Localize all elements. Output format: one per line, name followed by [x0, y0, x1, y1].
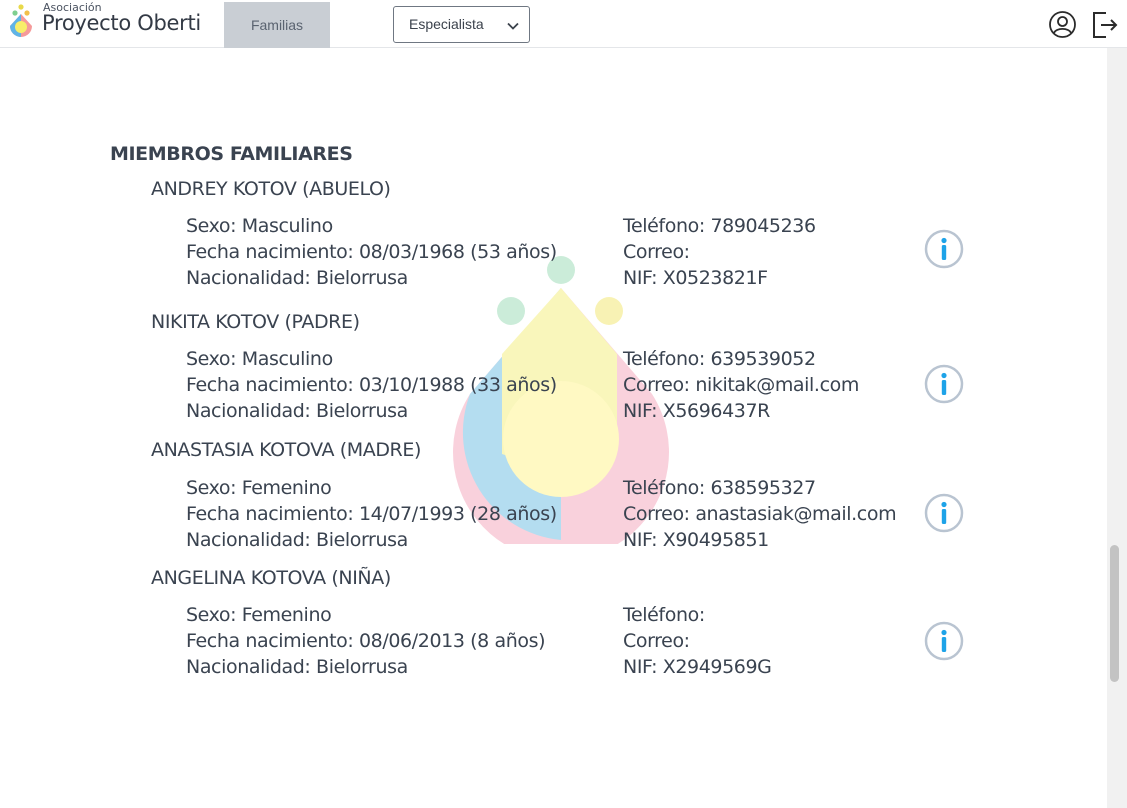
role-select[interactable]: Especialista — [393, 6, 530, 43]
logo-mark-icon — [10, 4, 32, 37]
app-logo[interactable]: Asociación Proyecto Oberti — [6, 1, 206, 46]
logo-title: Proyecto Oberti — [42, 11, 201, 35]
member-nif: NIF: X0523821F — [623, 267, 768, 289]
info-icon[interactable] — [924, 493, 964, 533]
member-nationality: Nacionalidad: Bielorrusa — [186, 656, 408, 678]
member-nationality: Nacionalidad: Bielorrusa — [186, 529, 408, 551]
scrollbar-track[interactable] — [1107, 48, 1127, 808]
member-nationality: Nacionalidad: Bielorrusa — [186, 267, 408, 289]
member-phone: Teléfono: 639539052 — [623, 348, 816, 370]
info-icon[interactable] — [924, 621, 964, 661]
member-sexo: Sexo: Masculino — [186, 348, 333, 370]
section-title: MIEMBROS FAMILIARES — [110, 143, 353, 165]
member-phone: Teléfono: — [623, 604, 705, 626]
member-phone: Teléfono: 638595327 — [623, 477, 816, 499]
role-select-value: Especialista — [409, 16, 484, 32]
member-nif: NIF: X90495851 — [623, 529, 769, 551]
member-name: NIKITA KOTOV (PADRE) — [151, 311, 360, 333]
tab-familias[interactable]: Familias — [224, 2, 330, 48]
member-name: ANGELINA KOTOVA (NIÑA) — [151, 567, 391, 589]
member-phone: Teléfono: 789045236 — [623, 215, 816, 237]
member-birthdate: Fecha nacimiento: 14/07/1993 (28 años) — [186, 503, 557, 525]
scrollbar-thumb[interactable] — [1110, 545, 1119, 682]
member-nif: NIF: X5696437R — [623, 400, 770, 422]
member-birthdate: Fecha nacimiento: 08/03/1968 (53 años) — [186, 241, 557, 263]
member-nationality: Nacionalidad: Bielorrusa — [186, 400, 408, 422]
member-sexo: Sexo: Masculino — [186, 215, 333, 237]
top-bar: Asociación Proyecto Oberti Familias Espe… — [0, 0, 1127, 48]
info-icon[interactable] — [924, 364, 964, 404]
member-email: Correo: — [623, 630, 690, 652]
member-birthdate: Fecha nacimiento: 03/10/1988 (33 años) — [186, 374, 557, 396]
member-sexo: Sexo: Femenino — [186, 477, 332, 499]
member-sexo: Sexo: Femenino — [186, 604, 332, 626]
member-birthdate: Fecha nacimiento: 08/06/2013 (8 años) — [186, 630, 546, 652]
member-email: Correo: anastasiak@mail.com — [623, 503, 897, 525]
member-nif: NIF: X2949569G — [623, 656, 772, 678]
member-email: Correo: nikitak@mail.com — [623, 374, 859, 396]
member-email: Correo: — [623, 241, 690, 263]
logout-icon[interactable] — [1091, 10, 1119, 40]
user-circle-icon[interactable] — [1048, 10, 1077, 39]
member-name: ANASTASIA KOTOVA (MADRE) — [151, 439, 421, 461]
member-name: ANDREY KOTOV (ABUELO) — [151, 178, 391, 200]
chevron-down-icon — [507, 22, 519, 30]
info-icon[interactable] — [924, 229, 964, 269]
